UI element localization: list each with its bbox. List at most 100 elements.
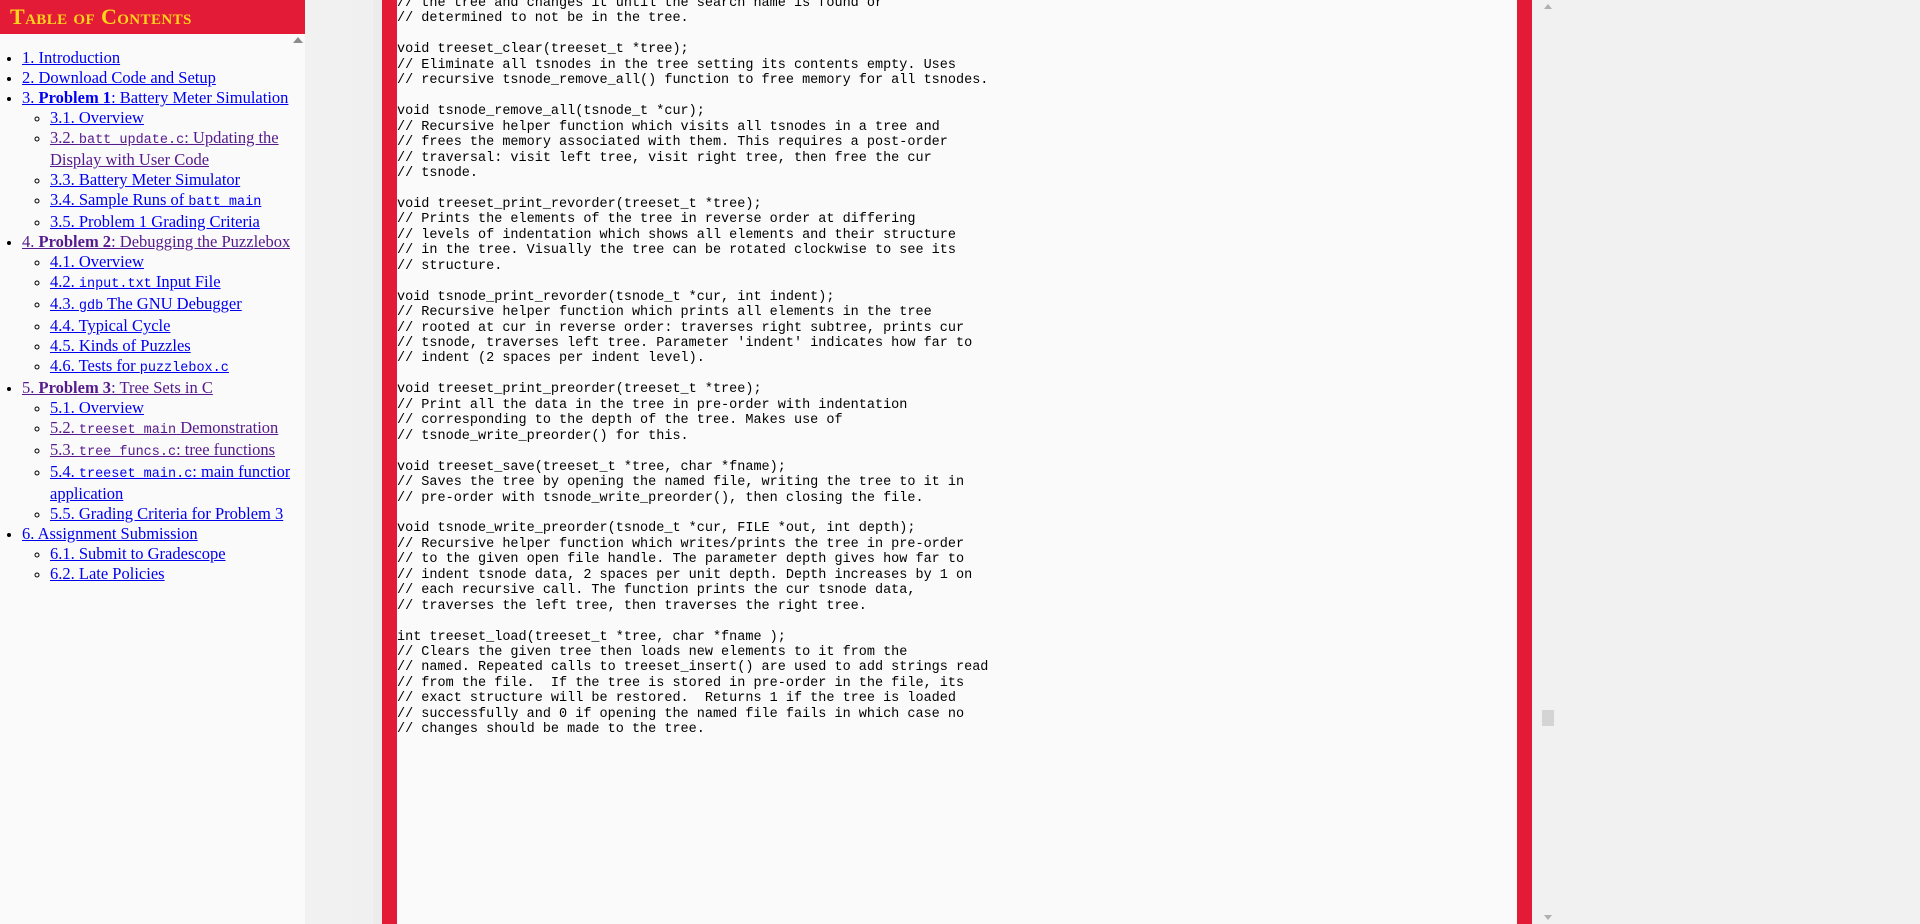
toc-link-text: : Debugging the Puzzlebox [111,232,291,251]
toc-link-text: 4. [22,232,39,251]
toc-link-text: puzzlebox.c [139,361,229,376]
toc-link[interactable]: 3.4. Sample Runs of batt_main [50,190,262,210]
toc-link-text: 5.3. [50,440,79,459]
toc-item: 4.1. Overview [50,252,305,272]
toc-link-text: 3. [22,88,39,107]
toc-list-container: 1. Introduction2. Download Code and Setu… [0,34,305,584]
toc-link[interactable]: 3.3. Battery Meter Simulator [50,170,240,189]
toc-link[interactable]: 5.1. Overview [50,398,144,417]
toc-link-text: : Tree Sets in C [111,378,213,397]
right-filler [1556,0,1920,924]
scroll-thumb[interactable] [1542,710,1554,726]
scroll-arrow-up-icon[interactable] [1544,4,1552,9]
toc-sublist: 4.1. Overview4.2. input.txt Input File4.… [22,252,305,378]
scroll-arrow-down-icon[interactable] [1544,915,1552,920]
toc-link[interactable]: 4. Problem 2: Debugging the Puzzlebox [22,232,290,251]
toc-item: 1. Introduction [22,48,305,68]
toc-item: 3.1. Overview [50,108,305,128]
toc-link[interactable]: 4.3. gdb The GNU Debugger [50,294,242,314]
toc-link-text: batt_main [188,195,262,210]
toc-item: 2. Download Code and Setup [22,68,305,88]
toc-item: 3.4. Sample Runs of batt_main [50,190,305,212]
toc-sublist: 5.1. Overview5.2. treeset_main Demonstra… [22,398,305,524]
toc-link[interactable]: 5.3. tree_funcs.c: tree functions [50,440,276,460]
toc-link-text: input.txt [78,277,152,292]
toc-link-text: treeset_main.c [78,467,193,482]
toc-link[interactable]: 4.6. Tests for puzzlebox.c [50,356,229,376]
toc-item: 4.6. Tests for puzzlebox.c [50,356,305,378]
toc-item: 5.1. Overview [50,398,305,418]
toc-link-text: Problem 3 [38,378,112,397]
toc-link-text: 5.2. [50,418,79,437]
toc-item: 5. Problem 3: Tree Sets in C5.1. Overvie… [22,378,305,524]
toc-link-text: treeset_main [78,423,177,438]
toc-link[interactable]: 4.2. input.txt Input File [50,272,221,292]
toc-item: 3. Problem 1: Battery Meter Simulation3.… [22,88,305,232]
toc-link[interactable]: 5.5. Grading Criteria for Problem 3 [50,504,283,523]
toc-link-text: gdb [78,299,104,314]
toc-item: 5.5. Grading Criteria for Problem 3 [50,504,305,524]
sidebar-scrollbar[interactable] [290,34,305,924]
toc-item: 6.2. Late Policies [50,564,305,584]
toc-link[interactable]: 1. Introduction [22,48,120,67]
toc-sublist: 6.1. Submit to Gradescope6.2. Late Polic… [22,544,305,584]
toc-item: 4.2. input.txt Input File [50,272,305,294]
toc-link-text: 4.5. Kinds of Puzzles [50,336,191,355]
toc-link-text: : Battery Meter Simulation [111,88,289,107]
toc-link[interactable]: 3. Problem 1: Battery Meter Simulation [22,88,288,107]
red-rail-left [382,0,397,924]
toc-title: Table of Contents [10,4,192,29]
toc-item: 4.4. Typical Cycle [50,316,305,336]
toc-link-text: Problem 1 [38,88,112,107]
toc-item: 5.3. tree_funcs.c: tree functions [50,440,305,462]
toc-link[interactable]: 5.2. treeset_main Demonstration [50,418,278,438]
toc-item: 5.4. treeset_main.c: main function / app… [50,462,305,504]
toc-link-text: 3.5. Problem 1 Grading Criteria [50,212,260,231]
toc-link-text: batt_update.c [78,133,185,148]
toc-link-text: 2. Download Code and Setup [22,68,216,87]
toc-item: 4.3. gdb The GNU Debugger [50,294,305,316]
toc-link-text: 5. [22,378,39,397]
toc-link[interactable]: 3.5. Problem 1 Grading Criteria [50,212,260,231]
toc-link-text: 5.1. Overview [50,398,144,417]
toc-link[interactable]: 5. Problem 3: Tree Sets in C [22,378,213,397]
toc-link-text: 3.3. Battery Meter Simulator [50,170,241,189]
toc-link[interactable]: 3.2. batt_update.c: Updating the Display… [50,128,279,169]
toc-link-text: 6. Assignment Submission [22,524,198,543]
toc-link-text: 1. Introduction [22,48,121,67]
page-root: Table of Contents 1. Introduction2. Down… [0,0,1920,924]
toc-item: 4.5. Kinds of Puzzles [50,336,305,356]
toc-link[interactable]: 2. Download Code and Setup [22,68,216,87]
toc-link[interactable]: 4.4. Typical Cycle [50,316,170,335]
toc-header: Table of Contents [0,0,305,34]
toc-link-text: 4.3. [50,294,79,313]
toc-link[interactable]: 4.5. Kinds of Puzzles [50,336,191,355]
main-content: // the tree and changes it until the sea… [397,0,1517,924]
toc-sublist: 3.1. Overview3.2. batt_update.c: Updatin… [22,108,305,232]
table-of-contents-sidebar: Table of Contents 1. Introduction2. Down… [0,0,305,924]
toc-link-text: 6.1. Submit to Gradescope [50,544,226,563]
toc-link-text: Input File [151,272,221,291]
red-rail-right [1517,0,1532,924]
toc-link[interactable]: 6. Assignment Submission [22,524,198,543]
toc-link[interactable]: 6.2. Late Policies [50,564,165,583]
toc-link-text: 4.1. Overview [50,252,144,271]
toc-link[interactable]: 3.1. Overview [50,108,144,127]
toc-link[interactable]: 5.4. treeset_main.c: main function / app… [50,462,302,503]
toc-item: 3.2. batt_update.c: Updating the Display… [50,128,305,170]
toc-item: 3.3. Battery Meter Simulator [50,170,305,190]
toc-link-text: 6.2. Late Policies [50,564,165,583]
toc-link-text: 4.4. Typical Cycle [50,316,171,335]
page-scrollbar-gutter[interactable] [353,0,382,924]
toc-link-text: 3.4. Sample Runs of [50,190,189,209]
toc-link[interactable]: 4.1. Overview [50,252,144,271]
toc-link-text: 4.6. Tests for [50,356,140,375]
toc-link[interactable]: 6.1. Submit to Gradescope [50,544,226,563]
toc-link-text: : tree functions [176,440,276,459]
triangle-up-icon[interactable] [293,37,303,43]
toc-item: 5.2. treeset_main Demonstration [50,418,305,440]
toc-item: 6.1. Submit to Gradescope [50,544,305,564]
code-listing: // the tree and changes it until the sea… [397,0,989,738]
toc-link-text: The GNU Debugger [103,294,242,313]
window-scrollbar[interactable] [1540,0,1556,924]
